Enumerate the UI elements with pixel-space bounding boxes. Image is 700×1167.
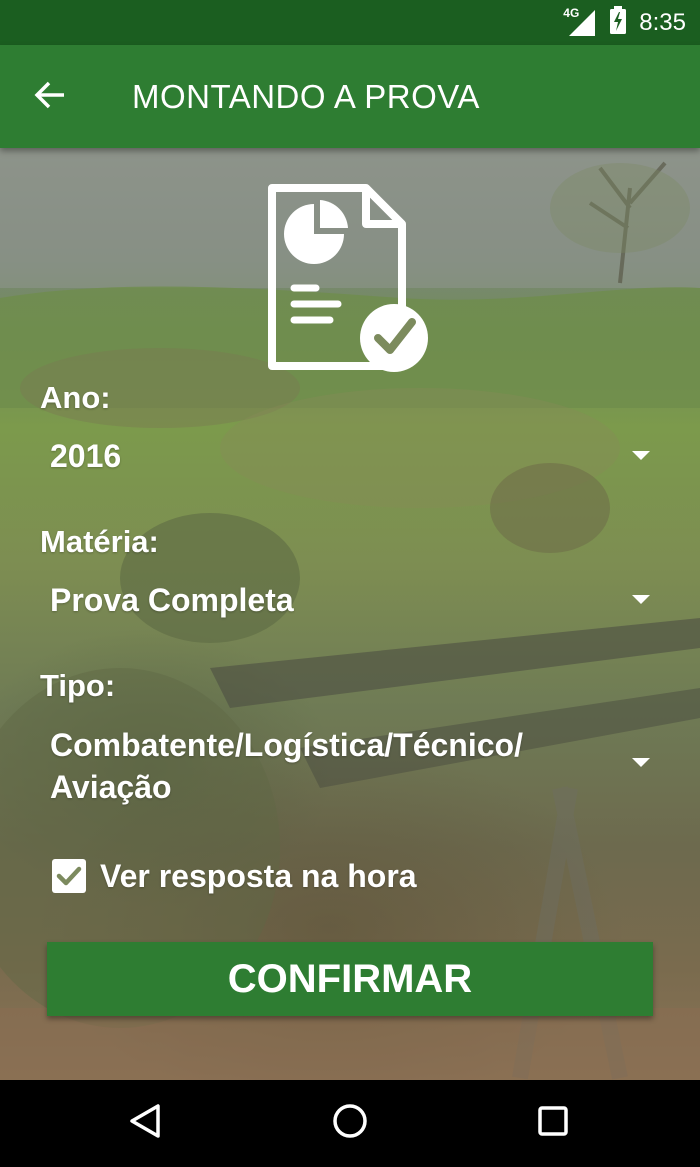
triangle-back-icon [128, 1103, 162, 1144]
checkmark-icon [56, 866, 82, 886]
dropdown-arrow-icon [632, 758, 650, 767]
nav-back-button[interactable] [90, 1080, 200, 1167]
type-label: Tipo: [40, 668, 116, 703]
nav-recents-button[interactable] [498, 1080, 608, 1167]
dropdown-arrow-icon [632, 595, 650, 604]
square-recents-icon [537, 1105, 569, 1142]
status-bar: 4G 8:35 [0, 0, 700, 45]
type-value-line-2: Aviação [50, 769, 172, 805]
show-answer-option[interactable]: Ver resposta na hora [52, 854, 417, 898]
battery-charging-icon [609, 6, 627, 39]
page-title: MONTANDO A PROVA [132, 77, 480, 115]
arrow-left-icon [34, 81, 66, 114]
subject-spinner[interactable]: Prova Completa [40, 579, 670, 621]
show-answer-checkbox[interactable] [52, 859, 86, 893]
app-bar: MONTANDO A PROVA [0, 45, 700, 148]
nav-home-button[interactable] [295, 1080, 405, 1167]
back-button[interactable] [22, 71, 78, 123]
subject-value: Prova Completa [50, 582, 294, 618]
exam-document-chart-check-icon [262, 184, 438, 379]
dropdown-arrow-icon [632, 451, 650, 460]
navigation-bar [0, 1080, 700, 1167]
network-type-label: 4G [563, 5, 580, 20]
signal-4g-icon: 4G [563, 5, 597, 38]
year-spinner[interactable]: 2016 [40, 435, 670, 477]
subject-label: Matéria: [40, 524, 159, 559]
type-spinner[interactable]: Combatente/Logística/Técnico/ Aviação [40, 724, 670, 808]
type-value: Combatente/Logística/Técnico/ Aviação [50, 724, 610, 808]
clock: 8:35 [639, 8, 686, 36]
year-value: 2016 [50, 438, 122, 474]
confirm-button[interactable]: CONFIRMAR [47, 942, 653, 1016]
type-value-line-1: Combatente/Logística/Técnico/ [50, 727, 523, 763]
form-screen: Ano: 2016 Matéria: Prova Completa Tipo: … [0, 148, 700, 1080]
show-answer-label: Ver resposta na hora [100, 857, 417, 894]
circle-home-icon [332, 1103, 368, 1144]
year-label: Ano: [40, 380, 111, 415]
status-icons: 4G 8:35 [563, 0, 686, 45]
